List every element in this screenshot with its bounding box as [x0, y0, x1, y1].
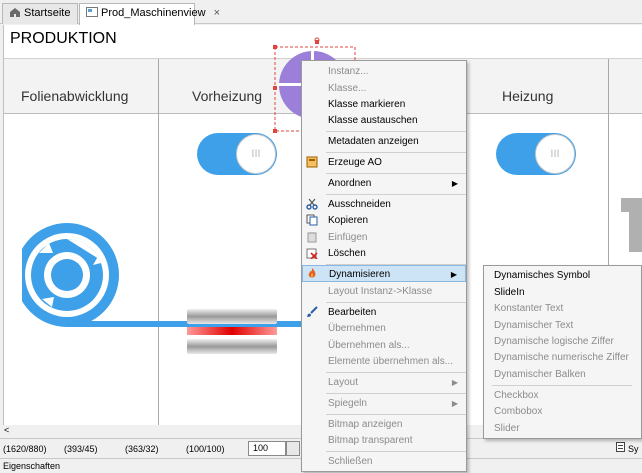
- submenu-item-checkbox[interactable]: Checkbox: [484, 387, 641, 404]
- zoom-input[interactable]: 100: [248, 441, 286, 456]
- menu-separator: [326, 152, 466, 153]
- status-right-label: Sy: [628, 444, 639, 454]
- menu-item-klasse-markieren[interactable]: Klasse markieren: [302, 96, 466, 113]
- submenu-item-dynamische-logische-ziffer[interactable]: Dynamische logische Ziffer: [484, 333, 641, 350]
- menu-item-einfuegen[interactable]: Einfügen: [302, 229, 466, 246]
- menu-item-erzeuge-ao[interactable]: Erzeuge AO: [302, 154, 466, 171]
- submenu-arrow-icon: ▶: [451, 378, 458, 387]
- menu-separator: [492, 385, 632, 386]
- heizung-toggle[interactable]: III: [496, 133, 576, 175]
- column-header-heizung: Heizung: [502, 88, 554, 104]
- status-coord-4: (100/100): [186, 444, 225, 454]
- toggle-knob: III: [236, 134, 276, 174]
- submenu-arrow-icon: ▶: [451, 399, 458, 408]
- partial-element: [621, 198, 642, 252]
- menu-separator: [326, 372, 466, 373]
- paste-icon: [306, 231, 318, 243]
- tab-startseite[interactable]: Startseite: [2, 3, 78, 24]
- delete-icon: [306, 247, 318, 260]
- menu-separator: [326, 173, 466, 174]
- menu-item-dynamisieren[interactable]: Dynamisieren ▶: [302, 265, 466, 282]
- menu-item-anordnen[interactable]: Anordnen ▶: [302, 175, 466, 192]
- menu-item-metadaten-anzeigen[interactable]: Metadaten anzeigen: [302, 133, 466, 150]
- submenu-item-slidein[interactable]: SlideIn: [484, 284, 641, 301]
- menu-item-instanz[interactable]: Instanz...: [302, 63, 466, 80]
- column-header-vorheizung: Vorheizung: [192, 88, 263, 104]
- flame-icon: [306, 267, 318, 279]
- close-icon[interactable]: ×: [214, 7, 220, 19]
- submenu-item-dynamische-numerische-ziffer[interactable]: Dynamische numerische Ziffer: [484, 349, 641, 366]
- menu-item-loeschen[interactable]: Löschen: [302, 245, 466, 262]
- menu-item-bitmap-transparent[interactable]: Bitmap transparent: [302, 432, 466, 449]
- scissors-icon: [306, 198, 318, 210]
- home-icon: [9, 7, 21, 17]
- submenu-item-dynamischer-text[interactable]: Dynamischer Text: [484, 317, 641, 334]
- zoom-spinner[interactable]: [286, 441, 300, 456]
- tab-prod-maschinenview[interactable]: Prod_Maschinenview ×: [79, 3, 220, 25]
- column-header-folienabwicklung: Folienabwicklung: [21, 88, 129, 104]
- create-ao-icon: [306, 156, 318, 168]
- tab-label: Prod_Maschinenview: [101, 7, 206, 19]
- status-coord-3: (363/32): [125, 444, 159, 454]
- tab-label: Startseite: [24, 7, 71, 19]
- submenu-item-dynamischer-balken[interactable]: Dynamischer Balken: [484, 366, 641, 383]
- submenu-item-slider[interactable]: Slider: [484, 420, 641, 437]
- menu-item-bearbeiten[interactable]: Bearbeiten: [302, 304, 466, 321]
- menu-item-bitmap-anzeigen[interactable]: Bitmap anzeigen: [302, 416, 466, 433]
- menu-item-uebernehmen[interactable]: Übernehmen: [302, 320, 466, 337]
- menu-separator: [326, 451, 466, 452]
- menu-separator: [326, 414, 466, 415]
- tab-bar: Startseite Prod_Maschinenview ×: [0, 0, 642, 25]
- status-coord-1: (1620/880): [3, 444, 47, 454]
- properties-icon: [616, 442, 625, 454]
- view-icon: [86, 7, 98, 17]
- status-coord-2: (393/45): [64, 444, 98, 454]
- submenu-arrow-icon: ▶: [451, 179, 458, 188]
- menu-separator: [326, 393, 466, 394]
- brush-icon: [306, 306, 318, 318]
- vorheizung-toggle[interactable]: III: [197, 133, 277, 175]
- context-menu: Instanz... Klasse... Klasse markieren Kl…: [301, 60, 467, 472]
- toggle-knob: III: [535, 134, 575, 174]
- menu-item-elemente-uebernehmen-als[interactable]: Elemente übernehmen als...: [302, 353, 466, 370]
- dynamisieren-submenu: Dynamisches Symbol SlideIn Konstanter Te…: [483, 265, 642, 439]
- submenu-arrow-icon: ▶: [450, 270, 457, 279]
- menu-separator: [326, 131, 466, 132]
- menu-item-kopieren[interactable]: Kopieren: [302, 212, 466, 229]
- menu-item-uebernehmen-als[interactable]: Übernehmen als...: [302, 337, 466, 354]
- page-title: PRODUKTION: [10, 30, 117, 47]
- menu-item-spiegeln[interactable]: Spiegeln ▶: [302, 395, 466, 412]
- menu-item-layout-instanz-klasse[interactable]: Layout Instanz->Klasse: [302, 283, 466, 300]
- submenu-item-combobox[interactable]: Combobox: [484, 403, 641, 420]
- menu-separator: [326, 302, 466, 303]
- heater-roller-icon: [187, 309, 277, 354]
- menu-item-klasse-austauschen[interactable]: Klasse austauschen: [302, 112, 466, 129]
- scroll-left-icon[interactable]: <: [4, 425, 9, 435]
- copy-icon: [306, 214, 318, 226]
- menu-item-ausschneiden[interactable]: Ausschneiden: [302, 196, 466, 213]
- menu-item-klasse[interactable]: Klasse...: [302, 80, 466, 97]
- submenu-item-dynamisches-symbol[interactable]: Dynamisches Symbol: [484, 267, 641, 284]
- menu-separator: [326, 194, 466, 195]
- menu-item-layout[interactable]: Layout ▶: [302, 374, 466, 391]
- menu-item-schliessen[interactable]: Schließen: [302, 453, 466, 470]
- submenu-item-konstanter-text[interactable]: Konstanter Text: [484, 300, 641, 317]
